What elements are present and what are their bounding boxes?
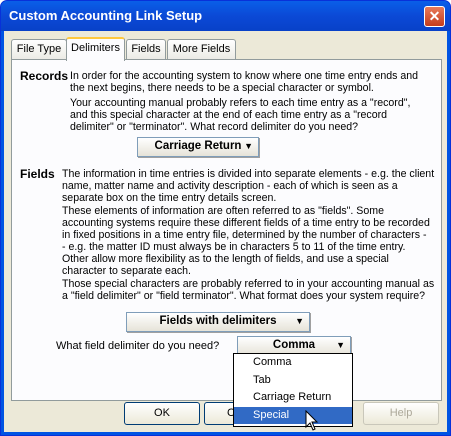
record-delimiter-select[interactable]: Carriage Return ▼ bbox=[137, 137, 259, 157]
tab-label: Delimiters bbox=[71, 42, 120, 54]
fields-text-line: a "field delimiter" or "field terminator… bbox=[62, 290, 426, 302]
tab-fields[interactable]: Fields bbox=[126, 39, 166, 59]
delimiter-option-special[interactable]: Special bbox=[234, 406, 352, 424]
record-delimiter-value: Carriage Return bbox=[154, 140, 242, 152]
close-button[interactable]: ✕ bbox=[424, 6, 445, 27]
chevron-down-icon: ▼ bbox=[295, 316, 304, 326]
tab-label: File Type bbox=[16, 43, 62, 55]
tab-label: Fields bbox=[131, 43, 161, 55]
delimiters-panel: Records In order for the accounting syst… bbox=[11, 59, 442, 401]
mouse-pointer-icon bbox=[305, 410, 319, 431]
close-icon: ✕ bbox=[428, 8, 441, 24]
delimiter-option-tab[interactable]: Tab bbox=[234, 372, 352, 390]
window-title: Custom Accounting Link Setup bbox=[9, 8, 203, 23]
help-label: Help bbox=[389, 407, 413, 419]
ok-button[interactable]: OK bbox=[124, 402, 200, 425]
fields-text-line: Those special characters are probably re… bbox=[62, 278, 435, 290]
option-label: Carriage Return bbox=[253, 391, 332, 403]
records-text-line: In order for the accounting system to kn… bbox=[70, 70, 419, 82]
chevron-down-icon: ▼ bbox=[336, 340, 345, 350]
title-bar[interactable]: Custom Accounting Link Setup ✕ bbox=[1, 1, 450, 31]
field-format-select[interactable]: Fields with delimiters ▼ bbox=[126, 312, 310, 332]
records-text-line: and this special character at the end of… bbox=[70, 109, 388, 121]
field-format-value: Fields with delimiters bbox=[159, 315, 277, 327]
fields-text-line: The information in time entries is divid… bbox=[62, 168, 435, 180]
records-text-line: the next begins, there needs to be a spe… bbox=[70, 82, 374, 94]
help-button[interactable]: Help bbox=[363, 402, 439, 425]
records-text-line: Your accounting manual probably refers t… bbox=[70, 97, 411, 109]
tab-delimiters[interactable]: Delimiters bbox=[66, 37, 125, 61]
option-label: Tab bbox=[253, 373, 271, 386]
field-delimiter-value: Comma bbox=[272, 339, 316, 351]
fields-heading: Fields bbox=[20, 167, 55, 181]
fields-text-line: - e.g. the matter ID must always be in c… bbox=[62, 241, 406, 253]
option-label: Special bbox=[253, 408, 290, 421]
fields-text-line: character to separate each. bbox=[62, 265, 191, 277]
tab-label: More Fields bbox=[172, 43, 231, 55]
fields-text-line: name, matter name and activity descripti… bbox=[62, 180, 398, 192]
records-heading: Records bbox=[20, 69, 69, 83]
fields-text-line: These elements of information are often … bbox=[62, 205, 384, 217]
tab-file-type[interactable]: File Type bbox=[11, 39, 67, 59]
chevron-down-icon: ▼ bbox=[244, 141, 253, 151]
delimiter-option-comma[interactable]: Comma bbox=[234, 354, 352, 372]
field-delimiter-dropdown: Comma Tab Carriage Return Special bbox=[233, 353, 353, 427]
dialog-body: File Type Delimiters Fields More Fields … bbox=[4, 31, 447, 432]
fields-text-line: in fixed positions in a time entry file,… bbox=[62, 229, 427, 241]
fields-text-line: Other allow more flexibility as to the l… bbox=[62, 253, 389, 265]
tab-more-fields[interactable]: More Fields bbox=[167, 39, 236, 59]
dialog-window: Custom Accounting Link Setup ✕ File Type… bbox=[0, 0, 451, 436]
ok-label: OK bbox=[154, 407, 170, 419]
fields-text-line: separate box on the time entry details s… bbox=[62, 192, 277, 204]
field-delimiter-label: What field delimiter do you need? bbox=[56, 340, 220, 352]
records-text-line: delimiter" or "terminator". What record … bbox=[70, 121, 359, 133]
option-label: Comma bbox=[253, 356, 292, 368]
fields-text-line: accounting systems require these differe… bbox=[62, 217, 430, 229]
delimiter-option-carriage-return[interactable]: Carriage Return bbox=[234, 389, 352, 407]
